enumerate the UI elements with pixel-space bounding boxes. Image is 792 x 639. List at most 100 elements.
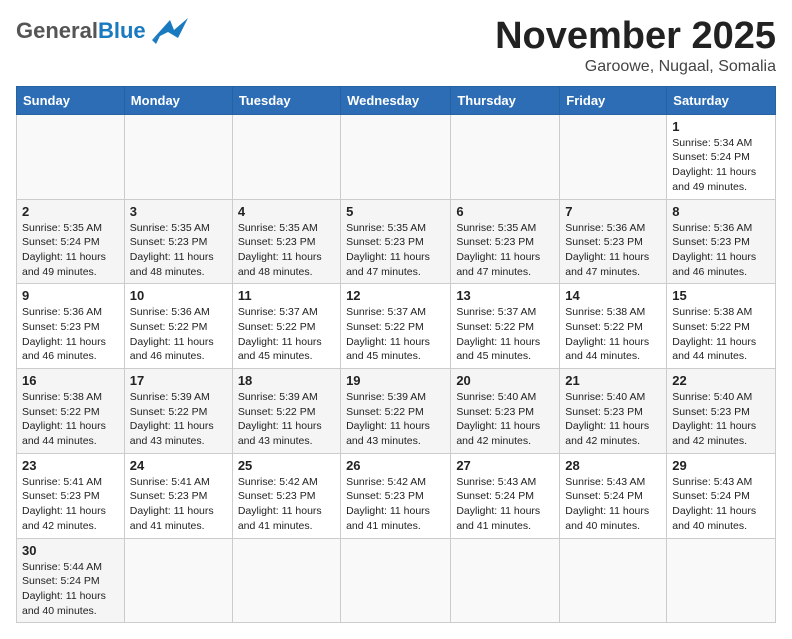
day-number-3: 3 <box>130 204 227 219</box>
empty-cell <box>341 538 451 623</box>
day-info-28: Sunrise: 5:43 AMSunset: 5:24 PMDaylight:… <box>565 476 649 532</box>
day-number-29: 29 <box>672 458 770 473</box>
day-19-cell: 19 Sunrise: 5:39 AMSunset: 5:22 PMDaylig… <box>341 369 451 454</box>
day-number-30: 30 <box>22 543 119 558</box>
day-info-26: Sunrise: 5:42 AMSunset: 5:23 PMDaylight:… <box>346 476 430 532</box>
day-25-cell: 25 Sunrise: 5:42 AMSunset: 5:23 PMDaylig… <box>232 453 340 538</box>
day-10-cell: 10 Sunrise: 5:36 AMSunset: 5:22 PMDaylig… <box>124 284 232 369</box>
day-info-2: Sunrise: 5:35 AMSunset: 5:24 PMDaylight:… <box>22 222 106 278</box>
logo-general-text: General <box>16 18 98 44</box>
day-info-7: Sunrise: 5:36 AMSunset: 5:23 PMDaylight:… <box>565 222 649 278</box>
logo: General Blue <box>16 16 188 46</box>
day-7-cell: 7 Sunrise: 5:36 AMSunset: 5:23 PMDayligh… <box>560 199 667 284</box>
day-number-25: 25 <box>238 458 335 473</box>
day-number-8: 8 <box>672 204 770 219</box>
table-row: 23 Sunrise: 5:41 AMSunset: 5:23 PMDaylig… <box>17 453 776 538</box>
table-row: 30 Sunrise: 5:44 AMSunset: 5:24 PMDaylig… <box>17 538 776 623</box>
day-number-12: 12 <box>346 288 445 303</box>
day-number-1: 1 <box>672 119 770 134</box>
day-number-11: 11 <box>238 288 335 303</box>
day-info-21: Sunrise: 5:40 AMSunset: 5:23 PMDaylight:… <box>565 391 649 447</box>
day-info-23: Sunrise: 5:41 AMSunset: 5:23 PMDaylight:… <box>22 476 106 532</box>
day-14-cell: 14 Sunrise: 5:38 AMSunset: 5:22 PMDaylig… <box>560 284 667 369</box>
day-number-10: 10 <box>130 288 227 303</box>
day-info-27: Sunrise: 5:43 AMSunset: 5:24 PMDaylight:… <box>456 476 540 532</box>
day-number-2: 2 <box>22 204 119 219</box>
day-info-25: Sunrise: 5:42 AMSunset: 5:23 PMDaylight:… <box>238 476 322 532</box>
table-row: 9 Sunrise: 5:36 AMSunset: 5:23 PMDayligh… <box>17 284 776 369</box>
day-info-15: Sunrise: 5:38 AMSunset: 5:22 PMDaylight:… <box>672 306 756 362</box>
day-15-cell: 15 Sunrise: 5:38 AMSunset: 5:22 PMDaylig… <box>667 284 776 369</box>
day-number-26: 26 <box>346 458 445 473</box>
header-sunday: Sunday <box>17 86 125 114</box>
day-number-17: 17 <box>130 373 227 388</box>
day-number-13: 13 <box>456 288 554 303</box>
empty-cell <box>17 114 125 199</box>
logo-blue-text: Blue <box>98 18 146 44</box>
header-wednesday: Wednesday <box>341 86 451 114</box>
day-9-cell: 9 Sunrise: 5:36 AMSunset: 5:23 PMDayligh… <box>17 284 125 369</box>
day-23-cell: 23 Sunrise: 5:41 AMSunset: 5:23 PMDaylig… <box>17 453 125 538</box>
day-8-cell: 8 Sunrise: 5:36 AMSunset: 5:23 PMDayligh… <box>667 199 776 284</box>
day-info-8: Sunrise: 5:36 AMSunset: 5:23 PMDaylight:… <box>672 222 756 278</box>
empty-cell <box>124 538 232 623</box>
table-row: 2 Sunrise: 5:35 AMSunset: 5:24 PMDayligh… <box>17 199 776 284</box>
empty-cell <box>560 114 667 199</box>
day-17-cell: 17 Sunrise: 5:39 AMSunset: 5:22 PMDaylig… <box>124 369 232 454</box>
title-area: November 2025 Garoowe, Nugaal, Somalia <box>495 16 776 76</box>
day-number-14: 14 <box>565 288 661 303</box>
day-info-17: Sunrise: 5:39 AMSunset: 5:22 PMDaylight:… <box>130 391 214 447</box>
empty-cell <box>560 538 667 623</box>
day-info-24: Sunrise: 5:41 AMSunset: 5:23 PMDaylight:… <box>130 476 214 532</box>
day-number-16: 16 <box>22 373 119 388</box>
day-info-6: Sunrise: 5:35 AMSunset: 5:23 PMDaylight:… <box>456 222 540 278</box>
day-number-19: 19 <box>346 373 445 388</box>
location-subtitle: Garoowe, Nugaal, Somalia <box>495 58 776 76</box>
day-info-9: Sunrise: 5:36 AMSunset: 5:23 PMDaylight:… <box>22 306 106 362</box>
day-11-cell: 11 Sunrise: 5:37 AMSunset: 5:22 PMDaylig… <box>232 284 340 369</box>
month-title: November 2025 <box>495 16 776 58</box>
day-4-cell: 4 Sunrise: 5:35 AMSunset: 5:23 PMDayligh… <box>232 199 340 284</box>
day-info-19: Sunrise: 5:39 AMSunset: 5:22 PMDaylight:… <box>346 391 430 447</box>
day-info-12: Sunrise: 5:37 AMSunset: 5:22 PMDaylight:… <box>346 306 430 362</box>
header-saturday: Saturday <box>667 86 776 114</box>
day-info-5: Sunrise: 5:35 AMSunset: 5:23 PMDaylight:… <box>346 222 430 278</box>
calendar-table: Sunday Monday Tuesday Wednesday Thursday… <box>16 86 776 624</box>
weekday-header-row: Sunday Monday Tuesday Wednesday Thursday… <box>17 86 776 114</box>
day-26-cell: 26 Sunrise: 5:42 AMSunset: 5:23 PMDaylig… <box>341 453 451 538</box>
day-2-cell: 2 Sunrise: 5:35 AMSunset: 5:24 PMDayligh… <box>17 199 125 284</box>
day-number-18: 18 <box>238 373 335 388</box>
day-5-cell: 5 Sunrise: 5:35 AMSunset: 5:23 PMDayligh… <box>341 199 451 284</box>
empty-cell <box>451 538 560 623</box>
day-1-cell: 1 Sunrise: 5:34 AMSunset: 5:24 PMDayligh… <box>667 114 776 199</box>
day-info-13: Sunrise: 5:37 AMSunset: 5:22 PMDaylight:… <box>456 306 540 362</box>
day-info-10: Sunrise: 5:36 AMSunset: 5:22 PMDaylight:… <box>130 306 214 362</box>
day-info-14: Sunrise: 5:38 AMSunset: 5:22 PMDaylight:… <box>565 306 649 362</box>
empty-cell <box>232 114 340 199</box>
day-number-21: 21 <box>565 373 661 388</box>
day-16-cell: 16 Sunrise: 5:38 AMSunset: 5:22 PMDaylig… <box>17 369 125 454</box>
day-12-cell: 12 Sunrise: 5:37 AMSunset: 5:22 PMDaylig… <box>341 284 451 369</box>
empty-cell <box>667 538 776 623</box>
header-monday: Monday <box>124 86 232 114</box>
empty-cell <box>341 114 451 199</box>
day-22-cell: 22 Sunrise: 5:40 AMSunset: 5:23 PMDaylig… <box>667 369 776 454</box>
day-info-1: Sunrise: 5:34 AMSunset: 5:24 PMDaylight:… <box>672 137 756 193</box>
day-number-6: 6 <box>456 204 554 219</box>
day-18-cell: 18 Sunrise: 5:39 AMSunset: 5:22 PMDaylig… <box>232 369 340 454</box>
empty-cell <box>124 114 232 199</box>
day-info-18: Sunrise: 5:39 AMSunset: 5:22 PMDaylight:… <box>238 391 322 447</box>
day-number-22: 22 <box>672 373 770 388</box>
day-number-9: 9 <box>22 288 119 303</box>
day-info-16: Sunrise: 5:38 AMSunset: 5:22 PMDaylight:… <box>22 391 106 447</box>
day-number-5: 5 <box>346 204 445 219</box>
day-number-23: 23 <box>22 458 119 473</box>
day-number-20: 20 <box>456 373 554 388</box>
day-24-cell: 24 Sunrise: 5:41 AMSunset: 5:23 PMDaylig… <box>124 453 232 538</box>
day-13-cell: 13 Sunrise: 5:37 AMSunset: 5:22 PMDaylig… <box>451 284 560 369</box>
day-number-27: 27 <box>456 458 554 473</box>
day-21-cell: 21 Sunrise: 5:40 AMSunset: 5:23 PMDaylig… <box>560 369 667 454</box>
day-number-7: 7 <box>565 204 661 219</box>
day-info-20: Sunrise: 5:40 AMSunset: 5:23 PMDaylight:… <box>456 391 540 447</box>
day-number-4: 4 <box>238 204 335 219</box>
